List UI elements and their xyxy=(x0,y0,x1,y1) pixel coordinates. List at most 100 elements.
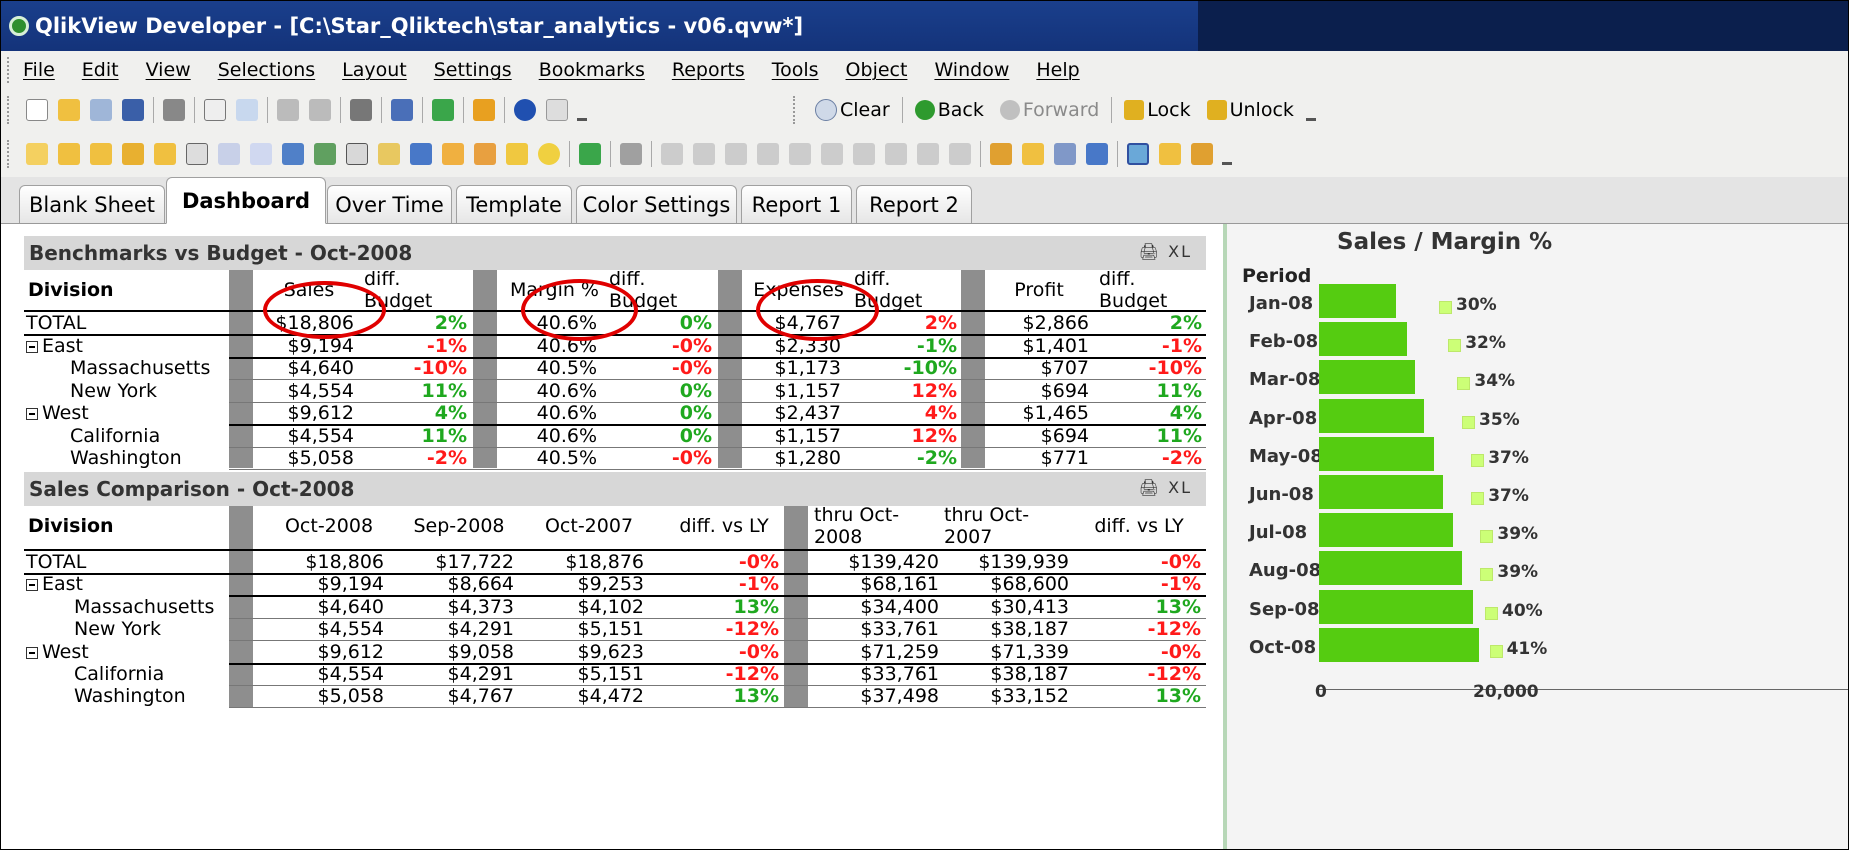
table-row[interactable]: Massachusetts $4,640 -10% 40.5% -0% $1,173 -10… xyxy=(24,357,1206,379)
sales-bar[interactable] xyxy=(1319,589,1473,624)
format-painter-icon[interactable] xyxy=(620,143,642,165)
tab-blank-sheet[interactable]: Blank Sheet xyxy=(19,185,165,223)
reload-data-icon[interactable] xyxy=(236,99,258,121)
sales-bar[interactable] xyxy=(1319,627,1479,662)
distribute-horizontal-icon[interactable] xyxy=(917,143,939,165)
forward-button[interactable]: Forward xyxy=(999,99,1099,121)
new-sheet-icon[interactable] xyxy=(26,143,48,165)
header-oct-2007[interactable]: Oct-2007 xyxy=(529,506,649,546)
help-icon[interactable] xyxy=(514,99,536,121)
header-division[interactable]: Division xyxy=(24,270,228,310)
tab-report-2[interactable]: Report 2 xyxy=(856,185,972,223)
edit-module-icon[interactable] xyxy=(1054,143,1076,165)
bookmark-object-icon[interactable] xyxy=(506,143,528,165)
save-icon[interactable] xyxy=(122,99,144,121)
toolbar-overflow-icon[interactable] xyxy=(577,99,587,121)
unlock-button[interactable]: Unlock xyxy=(1206,99,1294,121)
tab-dashboard[interactable]: Dashboard xyxy=(166,177,326,224)
sales-bar[interactable] xyxy=(1319,360,1416,395)
print-xl-icons[interactable]: 🖨 XL xyxy=(1139,478,1192,497)
new-document-icon[interactable] xyxy=(26,99,48,121)
align-left-icon[interactable] xyxy=(661,143,683,165)
table-row[interactable]: Washington $5,058 -2% 40.5% -0% $1,280 -2% $771… xyxy=(24,447,1206,469)
table-row[interactable]: New York $4,554 $4,291 $5,151 -12% $33,761 $38… xyxy=(24,618,1206,640)
table-row[interactable]: East $9,194 -1% 40.6% -0% $2,330 -1% $1,401 -1% xyxy=(24,335,1206,357)
benchmarks-table[interactable]: Benchmarks vs Budget - Oct-2008 🖨 XL Div… xyxy=(24,236,1206,470)
sales-bar[interactable] xyxy=(1319,436,1434,471)
header-sep-2008[interactable]: Sep-2008 xyxy=(399,506,519,546)
multi-box-icon[interactable] xyxy=(218,143,240,165)
toolbar-overflow-icon[interactable] xyxy=(1305,99,1316,121)
align-top-icon[interactable] xyxy=(821,143,843,165)
sales-bar[interactable] xyxy=(1319,513,1454,548)
search-object-icon[interactable] xyxy=(538,143,560,165)
user-icon[interactable] xyxy=(1159,143,1181,165)
checkbox-icon[interactable] xyxy=(391,99,413,121)
toolbar-overflow-icon[interactable] xyxy=(1222,143,1232,165)
menu-selections[interactable]: Selections xyxy=(218,59,315,81)
tab-color-settings[interactable]: Color Settings xyxy=(576,185,737,223)
redo-icon[interactable] xyxy=(309,99,331,121)
table-row[interactable]: California $4,554 11% 40.6% 0% $1,157 12% $694 1… xyxy=(24,425,1206,447)
print-icon[interactable] xyxy=(163,99,185,121)
table-row[interactable]: East $9,194 $8,664 $9,253 -1% $68,161 $68,600 -… xyxy=(24,573,1206,595)
menu-reports[interactable]: Reports xyxy=(672,59,745,81)
context-help-icon[interactable] xyxy=(546,99,568,121)
header-division[interactable]: Division xyxy=(24,506,228,546)
menu-object[interactable]: Object xyxy=(846,59,908,81)
header-diff-vs-ly[interactable]: diff. vs LY xyxy=(664,506,784,546)
slider-icon[interactable] xyxy=(474,143,496,165)
design-grid-icon[interactable] xyxy=(1127,143,1149,165)
table-row[interactable]: West $9,612 $9,058 $9,623 -0% $71,259 $71,339 -… xyxy=(24,641,1206,663)
sales-comparison-table[interactable]: Sales Comparison - Oct-2008 🖨 XL Divisio… xyxy=(24,472,1206,709)
collapse-icon[interactable] xyxy=(26,579,38,592)
sales-margin-chart[interactable]: Sales / Margin % Period Jan-08 30% Feb-08 3… xyxy=(1223,224,1848,849)
table-viewer-icon[interactable] xyxy=(1086,143,1108,165)
collapse-icon[interactable] xyxy=(26,408,38,420)
header-diff-vs-ly-ytd[interactable]: diff. vs LY xyxy=(1079,506,1199,546)
tab-template[interactable]: Template xyxy=(456,185,572,223)
print-xl-icons[interactable]: 🖨 XL xyxy=(1139,242,1192,261)
header-thru-oct-2007[interactable]: thru Oct-2007 xyxy=(944,504,1074,548)
sales-bar[interactable] xyxy=(1319,284,1397,318)
table-box-icon[interactable] xyxy=(250,143,272,165)
promote-sheet-icon[interactable] xyxy=(58,143,80,165)
open-folder-icon[interactable] xyxy=(58,99,80,121)
button-object-icon[interactable] xyxy=(378,143,400,165)
tab-report-1[interactable]: Report 1 xyxy=(741,185,852,223)
collapse-icon[interactable] xyxy=(26,646,38,659)
header-thru-oct-2008[interactable]: thru Oct-2008 xyxy=(814,504,944,548)
menu-bookmarks[interactable]: Bookmarks xyxy=(539,59,645,81)
sales-bar[interactable] xyxy=(1319,398,1425,433)
statistics-box-icon[interactable] xyxy=(186,143,208,165)
collapse-icon[interactable] xyxy=(26,340,38,353)
space-vertical-icon[interactable] xyxy=(885,143,907,165)
tab-over-time[interactable]: Over Time xyxy=(327,185,452,223)
menu-tools[interactable]: Tools xyxy=(772,59,819,81)
sales-bar[interactable] xyxy=(1319,475,1444,509)
menu-edit[interactable]: Edit xyxy=(82,59,119,81)
menu-file[interactable]: File xyxy=(23,59,55,81)
align-middle-icon[interactable] xyxy=(789,143,811,165)
edit-script-icon[interactable] xyxy=(204,99,226,121)
sales-bar[interactable] xyxy=(1319,551,1462,586)
input-box-icon[interactable] xyxy=(314,143,336,165)
align-bottom-icon[interactable] xyxy=(757,143,779,165)
menu-window[interactable]: Window xyxy=(934,59,1009,81)
header-oct-2008[interactable]: Oct-2008 xyxy=(269,506,389,546)
table-row[interactable]: New York $4,554 11% 40.6% 0% $1,157 12% $694 11% xyxy=(24,380,1206,402)
table-row[interactable]: West $9,612 4% 40.6% 0% $2,437 4% $1,465 4% xyxy=(24,402,1206,424)
menu-view[interactable]: View xyxy=(146,59,191,81)
table-row[interactable]: Washington $5,058 $4,767 $4,472 13% $37,498 $3… xyxy=(24,685,1206,707)
table-row[interactable]: TOTAL $18,806 $17,722 $18,876 -0% $139,420 $13… xyxy=(24,551,1206,573)
server-icon[interactable] xyxy=(1191,143,1213,165)
document-properties-icon[interactable] xyxy=(1022,143,1044,165)
reload-icon[interactable] xyxy=(90,99,112,121)
clear-button[interactable]: Clear xyxy=(815,99,890,121)
tools-icon[interactable] xyxy=(473,99,495,121)
line-arrow-icon[interactable] xyxy=(442,143,464,165)
table-row[interactable]: California $4,554 $4,291 $5,151 -12% $33,761 $… xyxy=(24,663,1206,685)
chart-wizard-icon-2[interactable] xyxy=(579,143,601,165)
header-profit-diff[interactable]: diff. Budget xyxy=(1099,268,1204,312)
menu-layout[interactable]: Layout xyxy=(342,59,407,81)
